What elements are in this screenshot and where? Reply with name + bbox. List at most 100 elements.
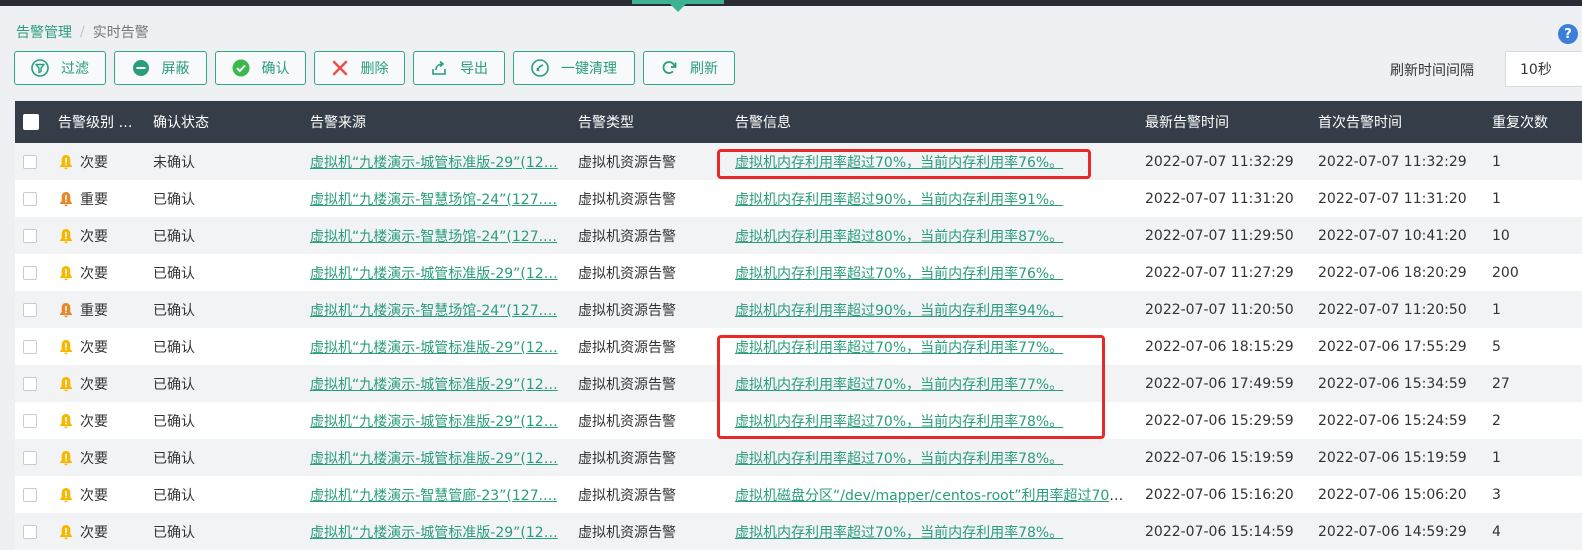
header-status[interactable]: 确认状态	[153, 112, 303, 132]
mask-label: 屏蔽	[161, 61, 190, 77]
source-link[interactable]: 虚拟机“九楼演示-城管标准版-29”(12…	[310, 451, 558, 467]
row-checkbox[interactable]	[23, 376, 37, 391]
table-row[interactable]: 次要 已确认 虚拟机“九楼演示-城管标准版-29”(12… 虚拟机资源告警 虚拟机内存利…	[15, 439, 1582, 476]
delete-button[interactable]: 删除	[314, 51, 405, 85]
toolbar: 过滤 屏蔽 确认 删除 导出 一键清理 刷新	[14, 51, 743, 87]
level-cell: 次要	[58, 485, 148, 505]
info-link[interactable]: 虚拟机内存利用率超过70%，当前内存利用率78%。	[735, 451, 1063, 467]
refresh-interval-select[interactable]: 10秒	[1505, 51, 1582, 87]
export-button[interactable]: 导出	[413, 51, 505, 85]
confirm-button[interactable]: 确认	[215, 51, 306, 85]
info-link[interactable]: 虚拟机内存利用率超过90%，当前内存利用率94%。	[735, 303, 1063, 319]
source-link[interactable]: 虚拟机“九楼演示-智慧场馆-24”(127.…	[310, 192, 557, 208]
first-time-cell: 2022-07-07 11:31:20	[1318, 190, 1467, 207]
mask-icon	[132, 59, 150, 77]
status-cell: 已确认	[153, 339, 195, 356]
table-row[interactable]: 重要 已确认 虚拟机“九楼演示-智慧场馆-24”(127.… 虚拟机资源告警 虚拟机内存…	[15, 291, 1582, 328]
table-header: 告警级别 … 确认状态 告警来源 告警类型 告警信息 最新告警时间 首次告警时间…	[15, 101, 1582, 143]
filter-label: 过滤	[61, 61, 89, 77]
source-cell: 虚拟机“九楼演示-城管标准版-29”(12…	[310, 522, 560, 542]
status-cell: 已确认	[153, 450, 195, 467]
header-level[interactable]: 告警级别 …	[58, 112, 148, 132]
header-info[interactable]: 告警信息	[735, 112, 1127, 132]
row-checkbox[interactable]	[23, 265, 37, 280]
one-click-clean-button[interactable]: 一键清理	[513, 51, 635, 85]
status-cell: 已确认	[153, 487, 195, 504]
row-checkbox[interactable]	[23, 302, 37, 317]
row-checkbox[interactable]	[23, 339, 37, 354]
source-link[interactable]: 虚拟机“九楼演示-城管标准版-29”(12…	[310, 155, 558, 171]
row-checkbox[interactable]	[23, 450, 37, 465]
level-text: 次要	[80, 524, 108, 541]
row-checkbox[interactable]	[23, 524, 37, 539]
header-repeat-count[interactable]: 重复次数	[1492, 112, 1582, 132]
repeat-count-cell: 27	[1492, 375, 1510, 392]
latest-time-cell: 2022-07-06 15:29:59	[1145, 412, 1294, 429]
delete-label: 删除	[360, 61, 389, 77]
source-cell: 虚拟机“九楼演示-智慧场馆-24”(127.…	[310, 300, 560, 320]
help-icon[interactable]: ?	[1558, 24, 1578, 44]
table-row[interactable]: 次要 已确认 虚拟机“九楼演示-智慧管廊-23”(127.… 虚拟机资源告警 虚拟机磁盘…	[15, 476, 1582, 513]
table-row[interactable]: 重要 已确认 虚拟机“九楼演示-智慧场馆-24”(127.… 虚拟机资源告警 虚拟机内存…	[15, 180, 1582, 217]
source-link[interactable]: 虚拟机“九楼演示-城管标准版-29”(12…	[310, 340, 558, 356]
status-cell: 未确认	[153, 154, 195, 171]
source-link[interactable]: 虚拟机“九楼演示-城管标准版-29”(12…	[310, 266, 558, 282]
level-cell: 次要	[58, 522, 148, 542]
info-cell: 虚拟机内存利用率超过70%，当前内存利用率78%。	[735, 448, 1127, 468]
source-link[interactable]: 虚拟机“九楼演示-城管标准版-29”(12…	[310, 525, 558, 541]
source-link[interactable]: 虚拟机“九楼演示-智慧管廊-23”(127.…	[310, 488, 557, 504]
info-link[interactable]: 虚拟机内存利用率超过70%，当前内存利用率76%。	[735, 266, 1063, 282]
level-text: 次要	[80, 413, 108, 430]
highlight-box	[717, 149, 1091, 179]
source-cell: 虚拟机“九楼演示-智慧场馆-24”(127.…	[310, 189, 560, 209]
level-cell: 次要	[58, 411, 148, 431]
table-row[interactable]: 次要 已确认 虚拟机“九楼演示-智慧场馆-24”(127.… 虚拟机资源告警 虚拟机内存…	[15, 217, 1582, 254]
mask-button[interactable]: 屏蔽	[114, 51, 207, 85]
info-link[interactable]: 虚拟机磁盘分区“/dev/mapper/centos-root”利用率超过70%…	[735, 488, 1127, 504]
status-cell: 已确认	[153, 228, 195, 245]
minor-alarm-icon	[58, 154, 74, 170]
repeat-count-cell: 2	[1492, 412, 1501, 429]
table-row[interactable]: 次要 已确认 虚拟机“九楼演示-城管标准版-29”(12… 虚拟机资源告警 虚拟机内存利…	[15, 254, 1582, 291]
type-cell: 虚拟机资源告警	[578, 487, 676, 504]
status-cell: 已确认	[153, 376, 195, 393]
level-text: 重要	[80, 302, 108, 319]
level-cell: 次要	[58, 226, 148, 246]
breadcrumb-alarm-management[interactable]: 告警管理	[16, 22, 72, 42]
source-cell: 虚拟机“九楼演示-城管标准版-29”(12…	[310, 152, 560, 172]
first-time-cell: 2022-07-06 18:20:29	[1318, 264, 1467, 281]
header-first-time[interactable]: 首次告警时间	[1318, 112, 1488, 132]
level-text: 重要	[80, 191, 108, 208]
source-cell: 虚拟机“九楼演示-城管标准版-29”(12…	[310, 411, 560, 431]
info-cell: 虚拟机内存利用率超过70%，当前内存利用率78%。	[735, 522, 1127, 542]
row-checkbox[interactable]	[23, 413, 37, 428]
source-link[interactable]: 虚拟机“九楼演示-智慧场馆-24”(127.…	[310, 229, 557, 245]
source-link[interactable]: 虚拟机“九楼演示-城管标准版-29”(12…	[310, 377, 558, 393]
refresh-button[interactable]: 刷新	[643, 51, 735, 85]
row-checkbox[interactable]	[23, 154, 37, 169]
level-cell: 重要	[58, 300, 148, 320]
header-type[interactable]: 告警类型	[578, 112, 723, 132]
level-text: 次要	[80, 450, 108, 467]
type-cell: 虚拟机资源告警	[578, 191, 676, 208]
info-link[interactable]: 虚拟机内存利用率超过80%，当前内存利用率87%。	[735, 229, 1063, 245]
select-all-checkbox[interactable]	[23, 114, 39, 130]
minor-alarm-icon	[58, 413, 74, 429]
repeat-count-cell: 1	[1492, 301, 1501, 318]
table-row[interactable]: 次要 已确认 虚拟机“九楼演示-城管标准版-29”(12… 虚拟机资源告警 虚拟机内存利…	[15, 513, 1582, 550]
info-link[interactable]: 虚拟机内存利用率超过70%，当前内存利用率78%。	[735, 525, 1063, 541]
header-source[interactable]: 告警来源	[310, 112, 560, 132]
source-link[interactable]: 虚拟机“九楼演示-城管标准版-29”(12…	[310, 414, 558, 430]
latest-time-cell: 2022-07-06 17:49:59	[1145, 375, 1294, 392]
first-time-cell: 2022-07-06 15:24:59	[1318, 412, 1467, 429]
row-checkbox[interactable]	[23, 191, 37, 206]
latest-time-cell: 2022-07-07 11:29:50	[1145, 227, 1294, 244]
header-latest-time[interactable]: 最新告警时间	[1145, 112, 1310, 132]
source-link[interactable]: 虚拟机“九楼演示-智慧场馆-24”(127.…	[310, 303, 557, 319]
first-time-cell: 2022-07-06 14:59:29	[1318, 523, 1467, 540]
row-checkbox[interactable]	[23, 487, 37, 502]
filter-button[interactable]: 过滤	[14, 51, 106, 85]
info-link[interactable]: 虚拟机内存利用率超过90%，当前内存利用率91%。	[735, 192, 1063, 208]
row-checkbox[interactable]	[23, 228, 37, 243]
repeat-count-cell: 5	[1492, 338, 1501, 355]
